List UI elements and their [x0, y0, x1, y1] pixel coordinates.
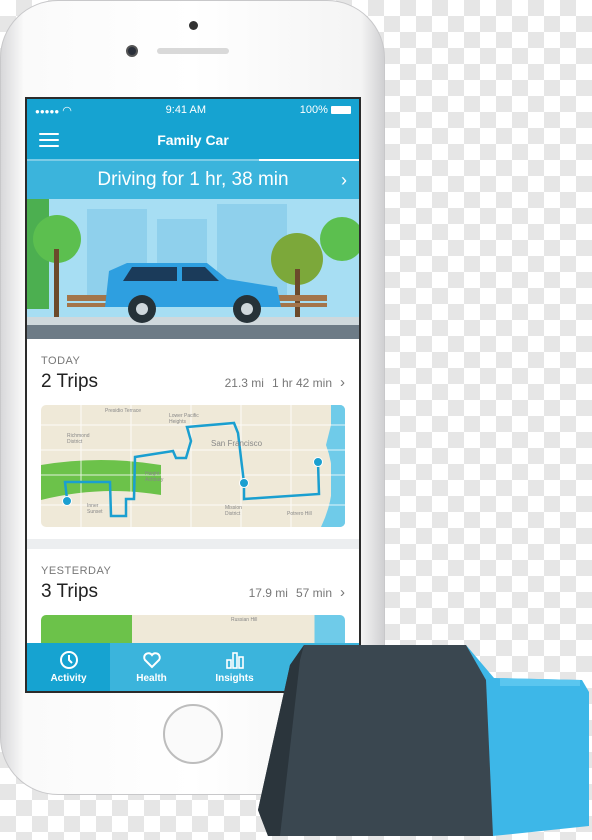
obd-device [258, 645, 589, 836]
